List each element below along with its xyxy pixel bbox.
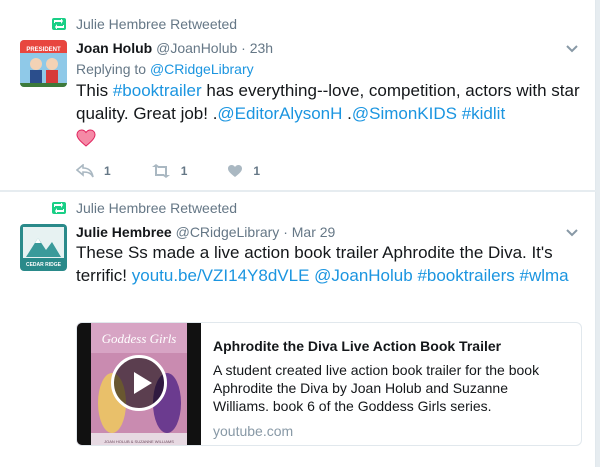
reply-icon — [76, 164, 94, 178]
tweet-header: Julie Hembree @CRidgeLibrary · Mar 29 — [76, 224, 335, 240]
mention-link[interactable]: @JoanHolub — [314, 266, 413, 285]
reply-count: 1 — [104, 164, 111, 178]
hashtag-link[interactable]: #booktrailers — [417, 266, 514, 285]
retweet-button[interactable]: 1 — [151, 164, 188, 178]
card-domain: youtube.com — [213, 423, 294, 439]
mention-link[interactable]: @EditorAlysonH — [217, 104, 342, 123]
author-handle[interactable]: @JoanHolub — [156, 40, 237, 56]
tweet-header: Joan Holub @JoanHolub · 23h — [76, 40, 273, 56]
author-handle[interactable]: @CRidgeLibrary — [176, 224, 280, 240]
tweet[interactable]: Julie Hembree Retweeted PRESIDENT Joan H… — [0, 0, 596, 191]
author-name[interactable]: Julie Hembree — [76, 224, 172, 240]
link-card[interactable]: Goddess Girls JOAN HOLUB & SUZANNE WILLI… — [76, 322, 582, 446]
video-thumbnail[interactable]: Goddess Girls JOAN HOLUB & SUZANNE WILLI… — [77, 323, 201, 445]
retweet-context: Julie Hembree Retweeted — [52, 200, 237, 216]
separator-dot: · — [283, 224, 288, 240]
hashtag-link[interactable]: #kidlit — [462, 104, 505, 123]
chevron-down-icon[interactable] — [564, 40, 580, 56]
retweet-context: Julie Hembree Retweeted — [52, 16, 237, 32]
avatar[interactable]: PRESIDENT — [20, 40, 67, 87]
hashtag-link[interactable]: #booktrailer — [113, 81, 202, 100]
replying-handle-link[interactable]: @CRidgeLibrary — [150, 61, 254, 77]
avatar-text: PRESIDENT — [26, 47, 61, 53]
separator-dot: · — [241, 40, 246, 56]
avatar-text: CEDAR RIDGE — [26, 262, 62, 268]
thumbnail-title: Goddess Girls — [102, 331, 177, 346]
play-icon[interactable] — [111, 355, 167, 411]
heart-emoji-icon — [76, 129, 96, 147]
url-link[interactable]: youtu.be/VZI14Y8dVLE — [132, 266, 310, 285]
retweet-context-icon — [52, 18, 66, 30]
retweet-count: 1 — [180, 164, 188, 178]
tweet-actions: 1 1 1 — [76, 164, 300, 178]
like-button[interactable]: 1 — [227, 164, 260, 178]
card-description: A student created live action book trail… — [213, 362, 540, 414]
tweet[interactable]: Julie Hembree Retweeted CEDAR RIDGE Juli… — [0, 192, 596, 467]
context-label: Julie Hembree Retweeted — [76, 200, 238, 216]
tweet-text: These Ss made a live action book trailer… — [76, 243, 569, 285]
timestamp[interactable]: 23h — [250, 40, 273, 56]
chevron-down-icon[interactable] — [564, 224, 580, 240]
author-name[interactable]: Joan Holub — [76, 40, 152, 56]
retweet-icon — [151, 164, 170, 178]
retweet-context-icon — [52, 202, 66, 214]
tweet-text: This #booktrailer has everything--love, … — [76, 79, 586, 148]
replying-to: Replying to @CRidgeLibrary — [76, 61, 254, 77]
timeline: Julie Hembree Retweeted PRESIDENT Joan H… — [0, 0, 596, 467]
avatar[interactable]: CEDAR RIDGE — [20, 224, 67, 271]
card-title: Aphrodite the Diva Live Action Book Trai… — [213, 338, 502, 354]
timestamp[interactable]: Mar 29 — [292, 224, 336, 240]
thumbnail-authors: JOAN HOLUB & SUZANNE WILLIAMS — [104, 439, 174, 444]
mention-link[interactable]: @SimonKIDS — [352, 104, 457, 123]
like-count: 1 — [253, 164, 261, 178]
hashtag-link[interactable]: #wlma — [520, 266, 569, 285]
like-heart-icon — [228, 165, 243, 177]
context-label: Julie Hembree Retweeted — [76, 16, 238, 32]
reply-button[interactable]: 1 — [76, 164, 111, 178]
